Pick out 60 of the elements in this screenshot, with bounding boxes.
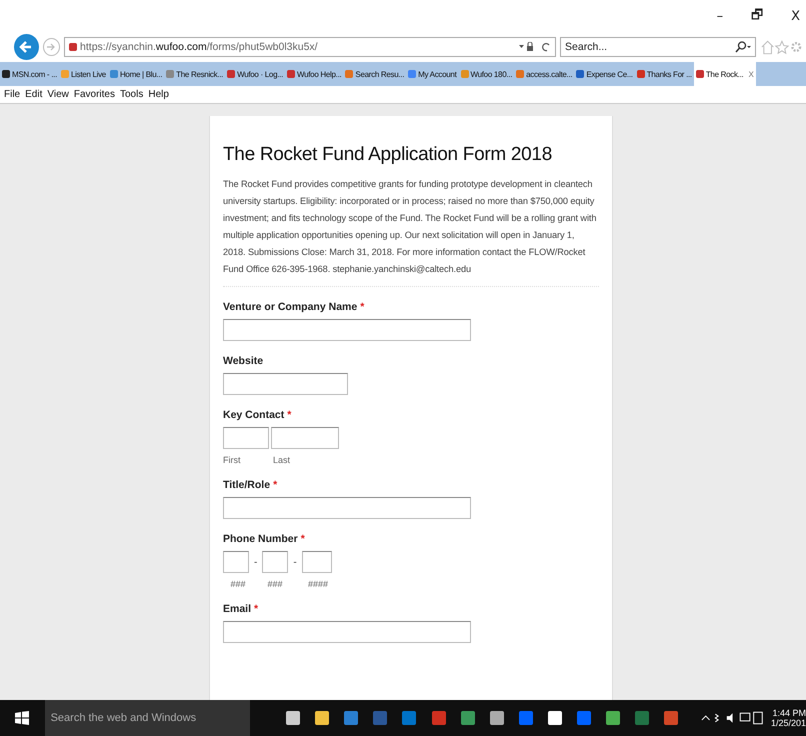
- system-tray-icons[interactable]: [700, 711, 763, 725]
- last-name-field[interactable]: [271, 427, 339, 449]
- back-button[interactable]: [14, 34, 39, 60]
- menu-item[interactable]: Help: [148, 89, 169, 100]
- dash-separator: -: [293, 556, 297, 568]
- field-hint: ###: [266, 579, 284, 589]
- address-field[interactable]: https://syanchin.wufoo.com/forms/phut5wb0l3ku5x/: [64, 37, 556, 57]
- phone-field[interactable]: [262, 551, 288, 573]
- windows-logo-icon: [15, 711, 30, 725]
- phone-field[interactable]: [223, 551, 249, 573]
- menu-item[interactable]: Favorites: [74, 89, 115, 100]
- favorites-tab[interactable]: The Resnick...: [164, 62, 226, 86]
- field-hint: Last: [273, 455, 292, 465]
- favorites-tab[interactable]: Wufoo 180...: [458, 62, 514, 86]
- field-hint: ###: [229, 579, 247, 589]
- form-description: The Rocket Fund provides competitive grants for funding prototype development in cleantech university startups. Eligibility: incorporated or in process; raised no more than $750,000 equity investment; and fits technology scope of the Fund. The Rocket Fund will be a rolling grant with multiple application opportunities opening up. Our next solicitation will open in January 1, 2018. Submissions Close: March 31, 2018. For more information contact the FLOW/Rocket Fund Office 626-395-1968. stephanie.yanchinski@caltech.edu: [223, 176, 599, 287]
- favorites-tab[interactable]: My Account: [406, 62, 458, 86]
- field-hint: First: [223, 455, 242, 465]
- favorites-tab[interactable]: Expense Ce...: [574, 62, 635, 86]
- arrow-right-icon: [46, 42, 56, 52]
- menu-item[interactable]: Tools: [120, 89, 144, 100]
- favorites-tab[interactable]: Wufoo · Log...: [225, 62, 285, 86]
- text-field[interactable]: [223, 373, 348, 395]
- menu-item[interactable]: Edit: [25, 89, 42, 100]
- search-field[interactable]: Search...: [560, 37, 756, 57]
- favorites-tab[interactable]: Wufoo Help...: [285, 62, 344, 86]
- favorites-tab[interactable]: MSN.com - ...: [0, 62, 59, 86]
- dash-separator: -: [254, 556, 258, 568]
- field-label: Key Contact *: [223, 409, 292, 421]
- phone-field[interactable]: [302, 551, 332, 573]
- taskbar-search-field[interactable]: Search the web and Windows: [44, 700, 250, 736]
- field-label: Website: [223, 355, 264, 367]
- favorites-tab[interactable]: The Rock... X: [694, 62, 756, 86]
- favorites-tab[interactable]: Search Resu...: [343, 62, 406, 86]
- field-label: Venture or Company Name *: [223, 301, 366, 313]
- clock-date: 1/25/201: [770, 718, 806, 728]
- arrow-left-icon: [19, 40, 34, 54]
- refresh-icon[interactable]: [542, 42, 552, 52]
- text-field[interactable]: [223, 621, 471, 643]
- menu-item[interactable]: View: [47, 89, 69, 100]
- favorites-tab[interactable]: Listen Live: [59, 62, 108, 86]
- site-icon: [69, 43, 78, 51]
- window-control[interactable]: –: [714, 8, 726, 24]
- search-icon[interactable]: [735, 41, 752, 53]
- field-label: Title/Role *: [223, 479, 278, 491]
- window-control[interactable]: X: [789, 8, 802, 24]
- text-field[interactable]: [223, 319, 471, 341]
- menu-item[interactable]: File: [4, 89, 20, 100]
- favorites-tab[interactable]: Thanks For ...: [634, 62, 694, 86]
- close-tab-icon[interactable]: X: [748, 70, 754, 78]
- window-control[interactable]: 🗗: [749, 5, 766, 27]
- form-title: The Rocket Fund Application Form 2018: [223, 144, 553, 166]
- field-label: Phone Number *: [223, 533, 306, 545]
- clock-time: 1:44 PM: [771, 708, 806, 718]
- first-name-field[interactable]: [223, 427, 269, 449]
- favorites-tab[interactable]: Home | Blu...: [108, 62, 164, 86]
- favorites-tab[interactable]: access.calte...: [514, 62, 574, 86]
- text-field[interactable]: [223, 497, 471, 519]
- field-hint: ####: [306, 579, 330, 589]
- field-label: Email *: [223, 603, 260, 615]
